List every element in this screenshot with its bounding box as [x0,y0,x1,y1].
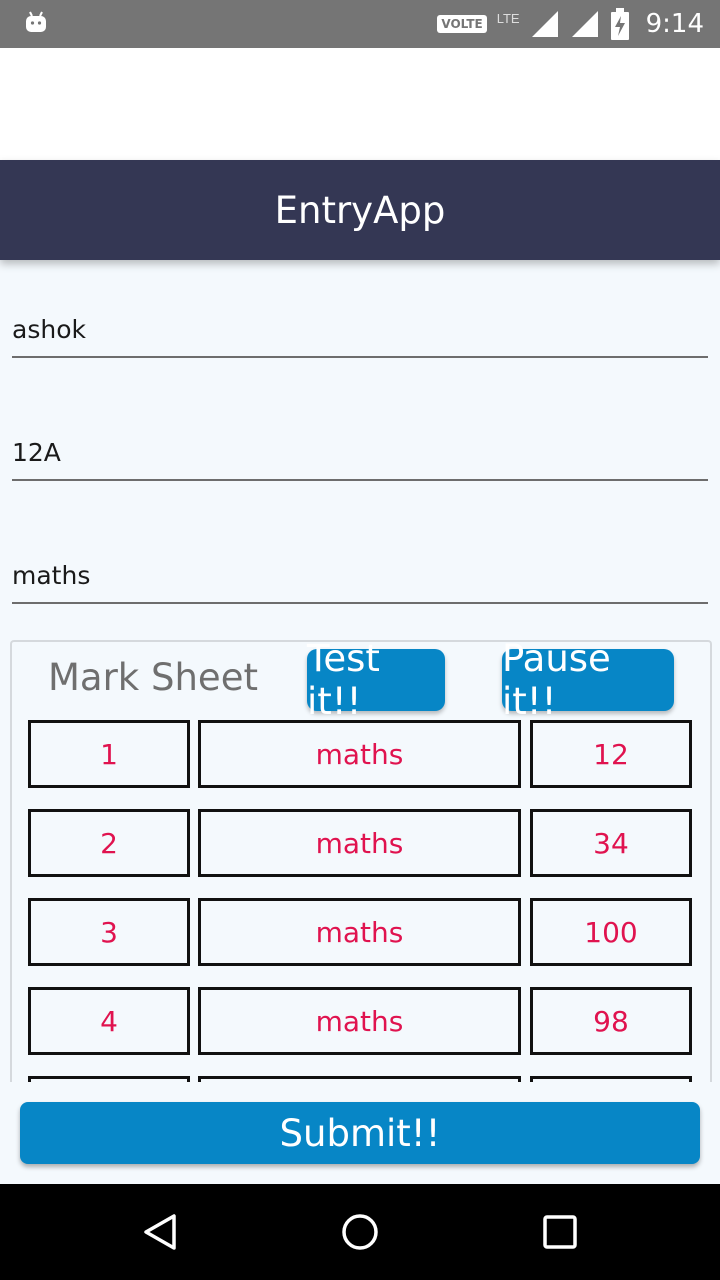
row-number-cell[interactable]: 4 [28,987,190,1055]
signal-icon [531,11,558,37]
clock: 9:14 [645,9,704,39]
row-mark-cell[interactable]: 98 [530,987,692,1055]
mark-sheet-card: Mark Sheet Test it!! Pause it!! 1 maths … [10,640,712,1102]
row-subject-cell[interactable]: maths [198,898,521,966]
pause-button[interactable]: Pause it!! [502,642,674,723]
row-number-cell[interactable]: 2 [28,809,190,877]
row-subject-cell[interactable]: maths [198,720,521,788]
row-mark-cell[interactable]: 100 [530,898,692,966]
name-field[interactable]: ashok [12,315,708,358]
submit-button[interactable]: Submit!! [20,1102,700,1164]
row-mark-cell[interactable]: 34 [530,809,692,877]
app-title: EntryApp [274,188,446,232]
back-icon[interactable] [140,1212,180,1252]
row-subject-cell[interactable]: maths [198,809,521,877]
test-button[interactable]: Test it!! [307,642,445,723]
table-row: 2 maths 34 [28,809,694,877]
home-icon[interactable] [340,1212,380,1252]
status-bar: VOLTE LTE 9:14 [0,0,720,48]
row-number-cell[interactable]: 1 [28,720,190,788]
row-subject-cell[interactable]: maths [198,987,521,1055]
top-spacer [0,48,720,160]
row-mark-cell[interactable]: 12 [530,720,692,788]
table-row: 1 maths 12 [28,720,694,788]
android-icon [26,11,46,32]
volte-badge: VOLTE [437,15,487,33]
recents-icon[interactable] [540,1212,580,1252]
subject-field[interactable]: maths [12,561,708,604]
mark-sheet-title: Mark Sheet [48,656,258,699]
signal-icon-2 [571,11,598,37]
battery-charging-icon [610,8,629,40]
table-row: 3 maths 100 [28,898,694,966]
row-number-cell[interactable]: 3 [28,898,190,966]
bottom-bar: Submit!! [0,1082,720,1184]
lte-indicator: LTE [496,10,520,26]
table-row: 4 maths 98 [28,987,694,1055]
navigation-bar [0,1184,720,1280]
class-field[interactable]: 12A [12,438,708,481]
app-bar: EntryApp [0,160,720,260]
